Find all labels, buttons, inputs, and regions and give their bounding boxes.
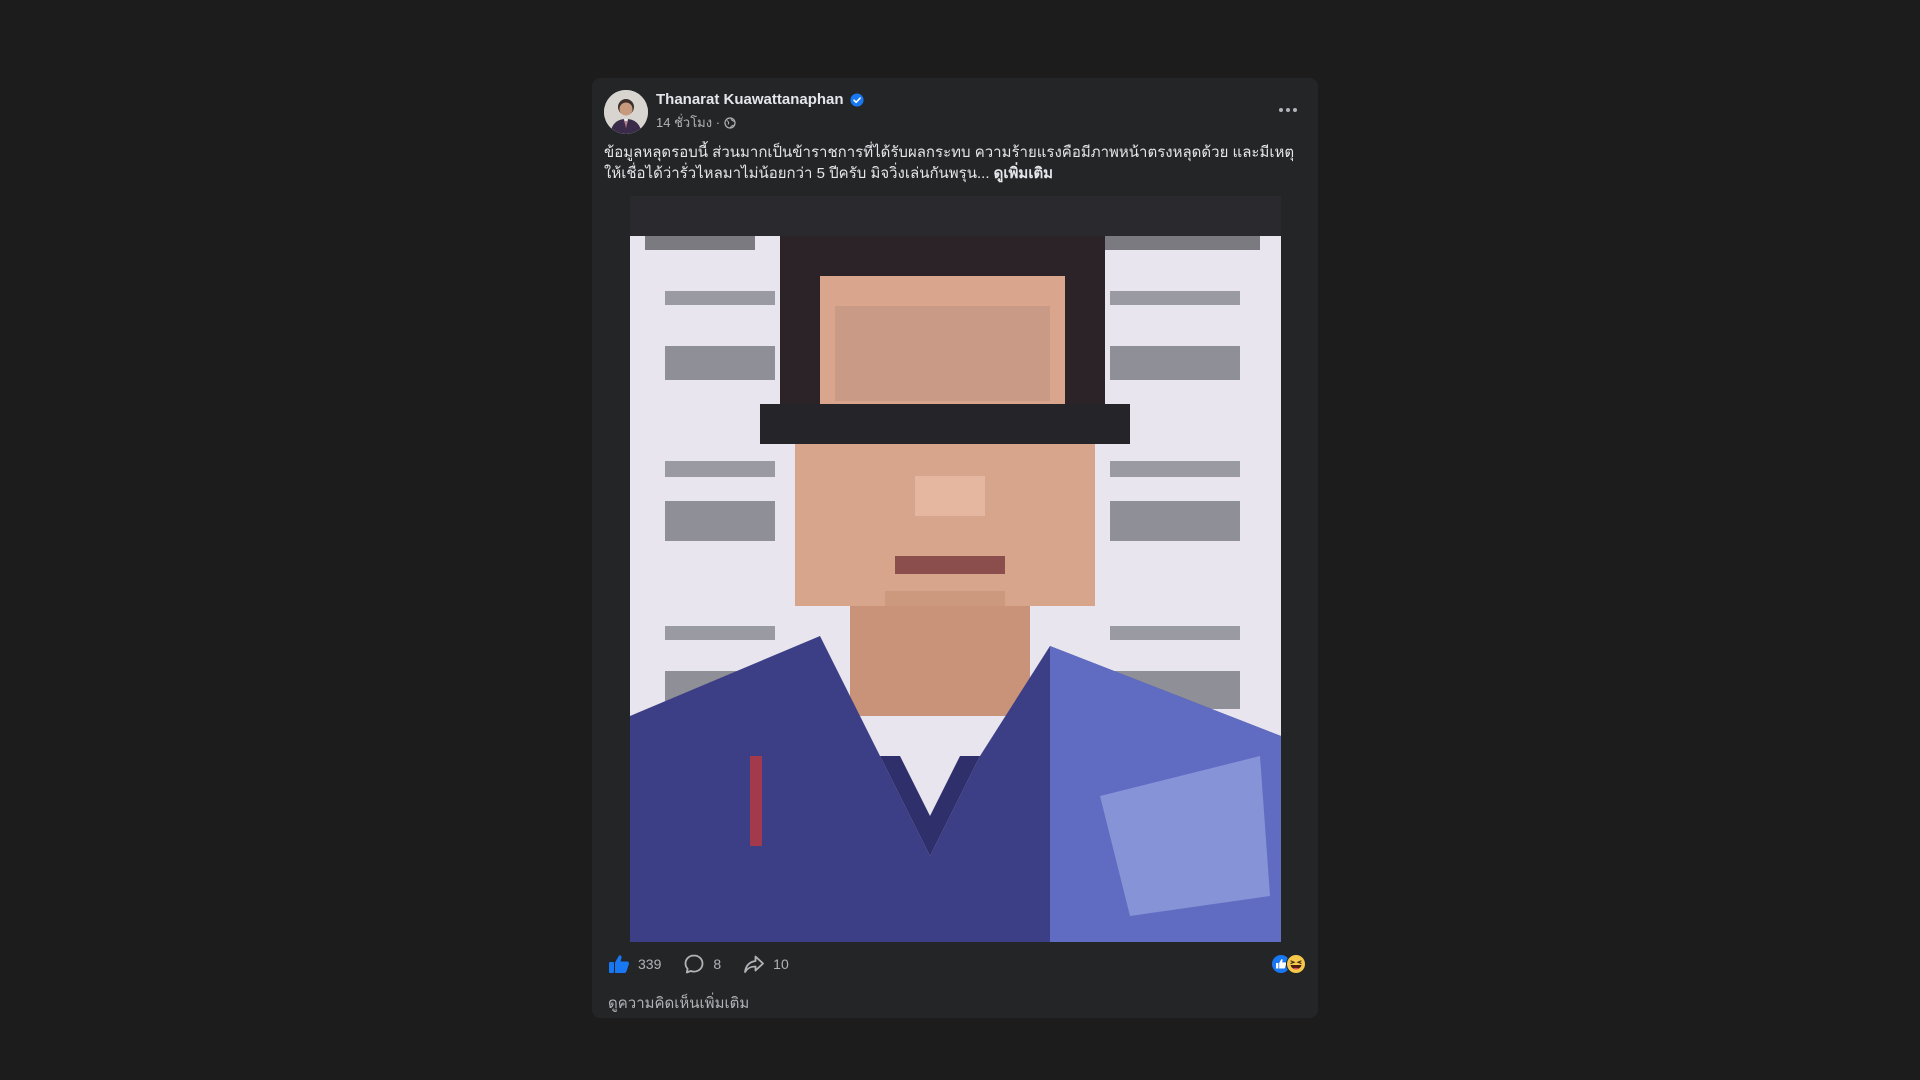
post-image[interactable] xyxy=(630,196,1281,942)
see-more-link[interactable]: ดูเพิ่มเติม xyxy=(994,165,1053,182)
more-options-icon xyxy=(1279,108,1297,112)
post-text: ข้อมูลหลุดรอบนี้ ส่วนมากเป็นข้าราชการที่… xyxy=(604,142,1304,184)
verified-badge-icon xyxy=(849,92,864,107)
like-count: 339 xyxy=(638,956,662,972)
globe-icon[interactable] xyxy=(724,116,736,129)
post-card: Thanarat Kuawattanaphan 14 ชั่วโมง · ข้อ… xyxy=(592,78,1318,1018)
comment-icon xyxy=(684,954,704,974)
haha-reaction-icon xyxy=(1286,954,1306,974)
comment-button[interactable]: 8 xyxy=(683,953,721,975)
post-meta: 14 ชั่วโมง · xyxy=(656,112,864,133)
like-button[interactable]: 339 xyxy=(608,954,661,974)
post-text-line: ให้เชื่อได้ว่ารั่วไหลมาไม่น้อยกว่า 5 ปีค… xyxy=(604,163,1304,184)
share-button[interactable]: 10 xyxy=(743,954,789,974)
share-icon xyxy=(744,955,765,973)
author-block: Thanarat Kuawattanaphan 14 ชั่วโมง · xyxy=(656,91,864,133)
post-timestamp[interactable]: 14 ชั่วโมง · xyxy=(656,112,720,133)
post-header: Thanarat Kuawattanaphan 14 ชั่วโมง · xyxy=(604,90,1306,134)
comment-count: 8 xyxy=(713,956,722,972)
post-actions: 339 8 10 xyxy=(608,950,1306,978)
post-text-fragment: ให้เชื่อได้ว่ารั่วไหลมาไม่น้อยกว่า 5 ปีค… xyxy=(604,165,990,182)
reaction-summary[interactable] xyxy=(1271,954,1306,974)
author-avatar[interactable] xyxy=(604,90,648,134)
view-more-comments-link[interactable]: ดูความคิดเห็นเพิ่มเติม xyxy=(608,991,749,1015)
post-text-line: ข้อมูลหลุดรอบนี้ ส่วนมากเป็นข้าราชการที่… xyxy=(604,144,1295,161)
like-icon xyxy=(609,955,629,973)
author-name[interactable]: Thanarat Kuawattanaphan xyxy=(656,91,844,108)
more-options-button[interactable] xyxy=(1270,96,1306,124)
author-line: Thanarat Kuawattanaphan xyxy=(656,91,864,108)
share-count: 10 xyxy=(773,956,789,972)
